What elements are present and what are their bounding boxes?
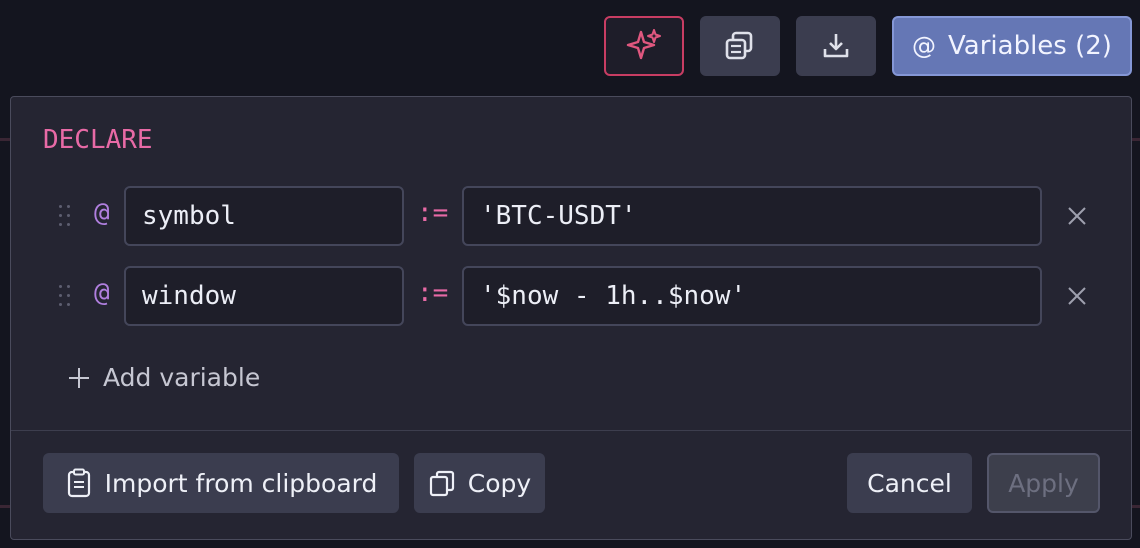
background-divider: [1132, 138, 1140, 141]
sparkles-icon: [626, 29, 661, 60]
variable-prefix: @: [94, 198, 110, 228]
background-divider: [0, 505, 10, 508]
clipboard-icon: [67, 468, 90, 498]
variable-name-input[interactable]: window: [124, 266, 404, 326]
close-icon[interactable]: [1063, 202, 1091, 230]
close-icon[interactable]: [1063, 282, 1091, 310]
variable-row: @ symbol := 'BTC-USDT': [11, 186, 1131, 246]
duplicate-icon: [725, 31, 753, 60]
drag-handle-icon[interactable]: [59, 285, 73, 307]
ai-assist-button[interactable]: [604, 16, 684, 76]
plus-icon: [69, 367, 89, 388]
variable-name-input[interactable]: symbol: [124, 186, 404, 246]
background-divider: [1132, 505, 1140, 508]
add-variable-label: Add variable: [103, 363, 261, 392]
copy-icon: [429, 470, 454, 497]
variable-prefix: @: [94, 278, 110, 308]
apply-label: Apply: [1008, 468, 1079, 498]
download-button[interactable]: [796, 16, 876, 76]
copy-button[interactable]: Copy: [414, 453, 545, 513]
drag-handle-icon[interactable]: [59, 205, 73, 227]
variables-button-label: Variables (2): [948, 31, 1112, 61]
import-label: Import from clipboard: [104, 468, 378, 498]
apply-button[interactable]: Apply: [987, 453, 1100, 513]
variables-button[interactable]: @ Variables (2): [892, 16, 1132, 76]
assign-operator: :=: [417, 198, 449, 228]
add-variable-button[interactable]: Add variable: [67, 363, 260, 392]
variable-value-input[interactable]: 'BTC-USDT': [462, 186, 1042, 246]
variable-value-input[interactable]: '$now - 1h..$now': [462, 266, 1042, 326]
cancel-button[interactable]: Cancel: [847, 453, 972, 513]
duplicate-button[interactable]: [700, 16, 780, 76]
background-divider: [0, 138, 10, 141]
assign-operator: :=: [417, 278, 449, 308]
declare-keyword: DECLARE: [43, 125, 153, 155]
variable-row: @ window := '$now - 1h..$now': [11, 266, 1131, 326]
at-icon: @: [912, 32, 937, 60]
download-icon: [823, 34, 849, 58]
import-from-clipboard-button[interactable]: Import from clipboard: [43, 453, 399, 513]
cancel-label: Cancel: [867, 468, 952, 498]
variables-popover: DECLARE @ symbol := 'BTC-USDT' @ window …: [10, 96, 1132, 540]
footer-divider: [11, 430, 1131, 431]
copy-label: Copy: [467, 468, 532, 498]
